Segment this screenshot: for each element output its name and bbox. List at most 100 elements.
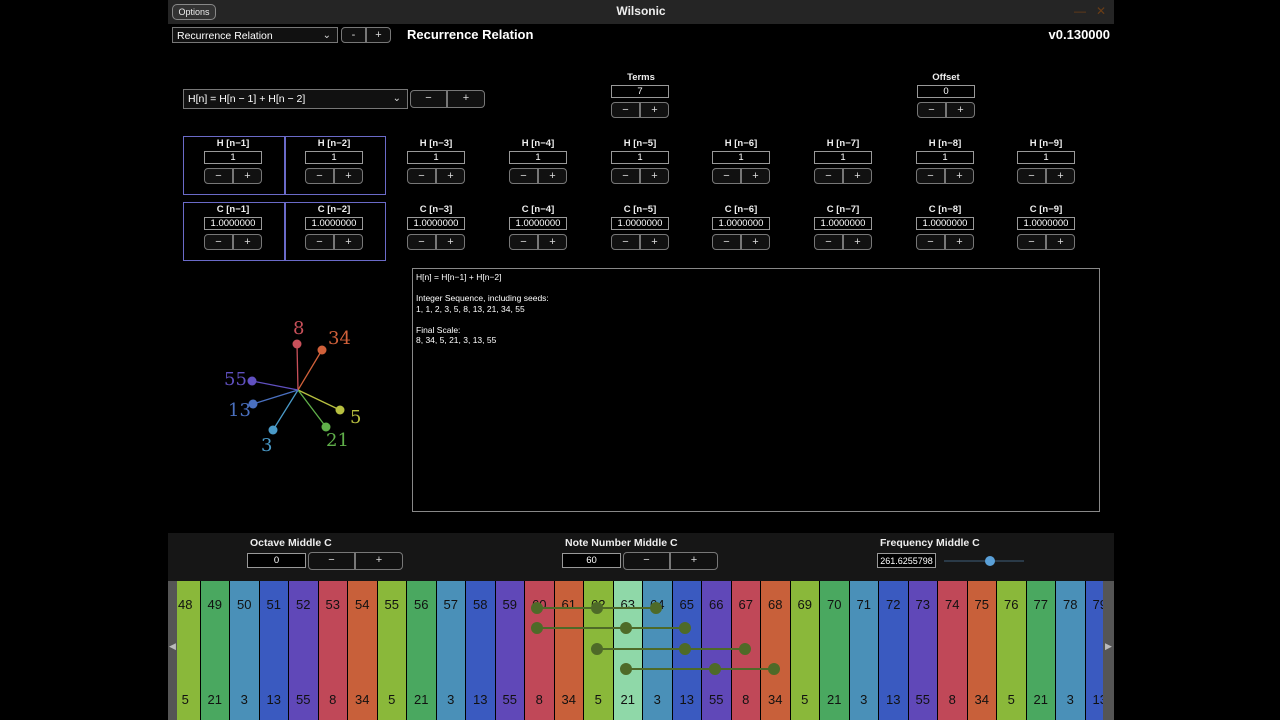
h-param-increment-button[interactable]: + (640, 168, 669, 184)
formula-next-button[interactable]: + (447, 90, 485, 108)
c-param-increment-button[interactable]: + (436, 234, 465, 250)
star-spoke (251, 380, 299, 391)
star-label: 34 (328, 328, 351, 349)
c-param-decrement-button[interactable]: − (305, 234, 334, 250)
h-param-decrement-button[interactable]: − (1017, 168, 1046, 184)
h-param-increment-button[interactable]: + (233, 168, 262, 184)
h-param-field[interactable]: 1 (509, 151, 567, 164)
c-param-field[interactable]: 1.0000000 (1017, 217, 1075, 230)
note-number-field[interactable]: 60 (562, 553, 621, 568)
c-param-increment-button[interactable]: + (640, 234, 669, 250)
star-node (317, 345, 327, 355)
h-param-decrement-button[interactable]: − (712, 168, 741, 184)
star-label: 21 (326, 430, 349, 451)
c-param-increment-button[interactable]: + (538, 234, 567, 250)
h-param-label: H [n−9] (1029, 138, 1063, 149)
c-param-field[interactable]: 1.0000000 (204, 217, 262, 230)
scale-prev-button[interactable]: - (341, 27, 366, 43)
h-param-decrement-button[interactable]: − (204, 168, 233, 184)
h-param-stepper: − + (916, 168, 974, 184)
h-param-increment-button[interactable]: + (436, 168, 465, 184)
h-param-decrement-button[interactable]: − (407, 168, 436, 184)
h-param-label: H [n−6] (724, 138, 758, 149)
c-param-field[interactable]: 1.0000000 (611, 217, 669, 230)
c-param-field[interactable]: 1.0000000 (712, 217, 770, 230)
offset-field[interactable]: 0 (917, 85, 975, 98)
h-param-field[interactable]: 1 (204, 151, 262, 164)
c-param-decrement-button[interactable]: − (916, 234, 945, 250)
h-param-stepper: − + (611, 168, 669, 184)
h-param-stepper: − + (814, 168, 872, 184)
version-label: v0.130000 (1048, 27, 1110, 42)
c-param-field[interactable]: 1.0000000 (305, 217, 363, 230)
c-param-decrement-button[interactable]: − (509, 234, 538, 250)
h-param-field[interactable]: 1 (305, 151, 363, 164)
close-icon[interactable]: ✕ (1096, 4, 1106, 18)
c-param-decrement-button[interactable]: − (611, 234, 640, 250)
terms-decrement-button[interactable]: − (611, 102, 640, 118)
c-param-increment-button[interactable]: + (945, 234, 974, 250)
h-param-field[interactable]: 1 (916, 151, 974, 164)
offset-increment-button[interactable]: + (946, 102, 975, 118)
h-param-decrement-button[interactable]: − (814, 168, 843, 184)
formula-dropdown[interactable]: H[n] = H[n − 1] + H[n − 2] ⌄ (183, 89, 408, 109)
terms-increment-button[interactable]: + (640, 102, 669, 118)
formula-prev-button[interactable]: − (410, 90, 447, 108)
c-param-increment-button[interactable]: + (334, 234, 363, 250)
c-param-increment-button[interactable]: + (1046, 234, 1075, 250)
h-param-decrement-button[interactable]: − (611, 168, 640, 184)
frequency-field[interactable]: 261.6255798 (877, 553, 936, 568)
scale-type-dropdown[interactable]: Recurrence Relation ⌄ (172, 27, 338, 43)
c-param-field[interactable]: 1.0000000 (509, 217, 567, 230)
c-param-increment-button[interactable]: + (843, 234, 872, 250)
h-param-field[interactable]: 1 (1017, 151, 1075, 164)
h-param-decrement-button[interactable]: − (916, 168, 945, 184)
h-param-increment-button[interactable]: + (945, 168, 974, 184)
c-param-decrement-button[interactable]: − (204, 234, 233, 250)
h-param-increment-button[interactable]: + (843, 168, 872, 184)
keyboard-scroll-right[interactable]: ▶ (1103, 581, 1114, 720)
note-number-decrement-button[interactable]: − (623, 552, 670, 570)
h-param-increment-button[interactable]: + (538, 168, 567, 184)
octave-decrement-button[interactable]: − (308, 552, 355, 570)
h-param-increment-button[interactable]: + (1046, 168, 1075, 184)
c-param-increment-button[interactable]: + (741, 234, 770, 250)
star-spoke (297, 349, 323, 391)
c-param-decrement-button[interactable]: − (407, 234, 436, 250)
frequency-label: Frequency Middle C (880, 537, 980, 549)
chord-dot (620, 663, 632, 675)
c-param-field[interactable]: 1.0000000 (916, 217, 974, 230)
c-param-decrement-button[interactable]: − (1017, 234, 1046, 250)
star-node (268, 425, 278, 435)
h-param-stepper: − + (407, 168, 465, 184)
h-param-field[interactable]: 1 (814, 151, 872, 164)
h-param-stepper: − + (204, 168, 262, 184)
octave-increment-button[interactable]: + (355, 552, 403, 570)
c-param-increment-button[interactable]: + (233, 234, 262, 250)
h-param-label: H [n−2] (317, 138, 351, 149)
note-number-increment-button[interactable]: + (670, 552, 718, 570)
frequency-slider-thumb[interactable] (985, 556, 996, 566)
c-param-field[interactable]: 1.0000000 (814, 217, 872, 230)
octave-field[interactable]: 0 (247, 553, 306, 568)
keyboard-scroll-left[interactable]: ◀ (168, 581, 177, 720)
c-param-decrement-button[interactable]: − (712, 234, 741, 250)
h-param-field[interactable]: 1 (611, 151, 669, 164)
terms-field[interactable]: 7 (611, 85, 669, 98)
h-param-decrement-button[interactable]: − (509, 168, 538, 184)
frequency-slider-track[interactable] (944, 560, 1024, 562)
h-param-field[interactable]: 1 (712, 151, 770, 164)
h-param-increment-button[interactable]: + (741, 168, 770, 184)
scale-next-button[interactable]: + (366, 27, 391, 43)
c-param-field[interactable]: 1.0000000 (407, 217, 465, 230)
offset-decrement-button[interactable]: − (917, 102, 946, 118)
c-param-label: C [n−8] (928, 204, 962, 215)
h-param-field[interactable]: 1 (407, 151, 465, 164)
c-param-decrement-button[interactable]: − (814, 234, 843, 250)
h-param-increment-button[interactable]: + (334, 168, 363, 184)
h-param-decrement-button[interactable]: − (305, 168, 334, 184)
c-param-stepper: − + (712, 234, 770, 250)
scale-star-diagram: 8 34 521 3 13 55 (224, 318, 361, 456)
minimize-icon[interactable]: — (1074, 4, 1086, 18)
h-param-label: H [n−1] (216, 138, 250, 149)
